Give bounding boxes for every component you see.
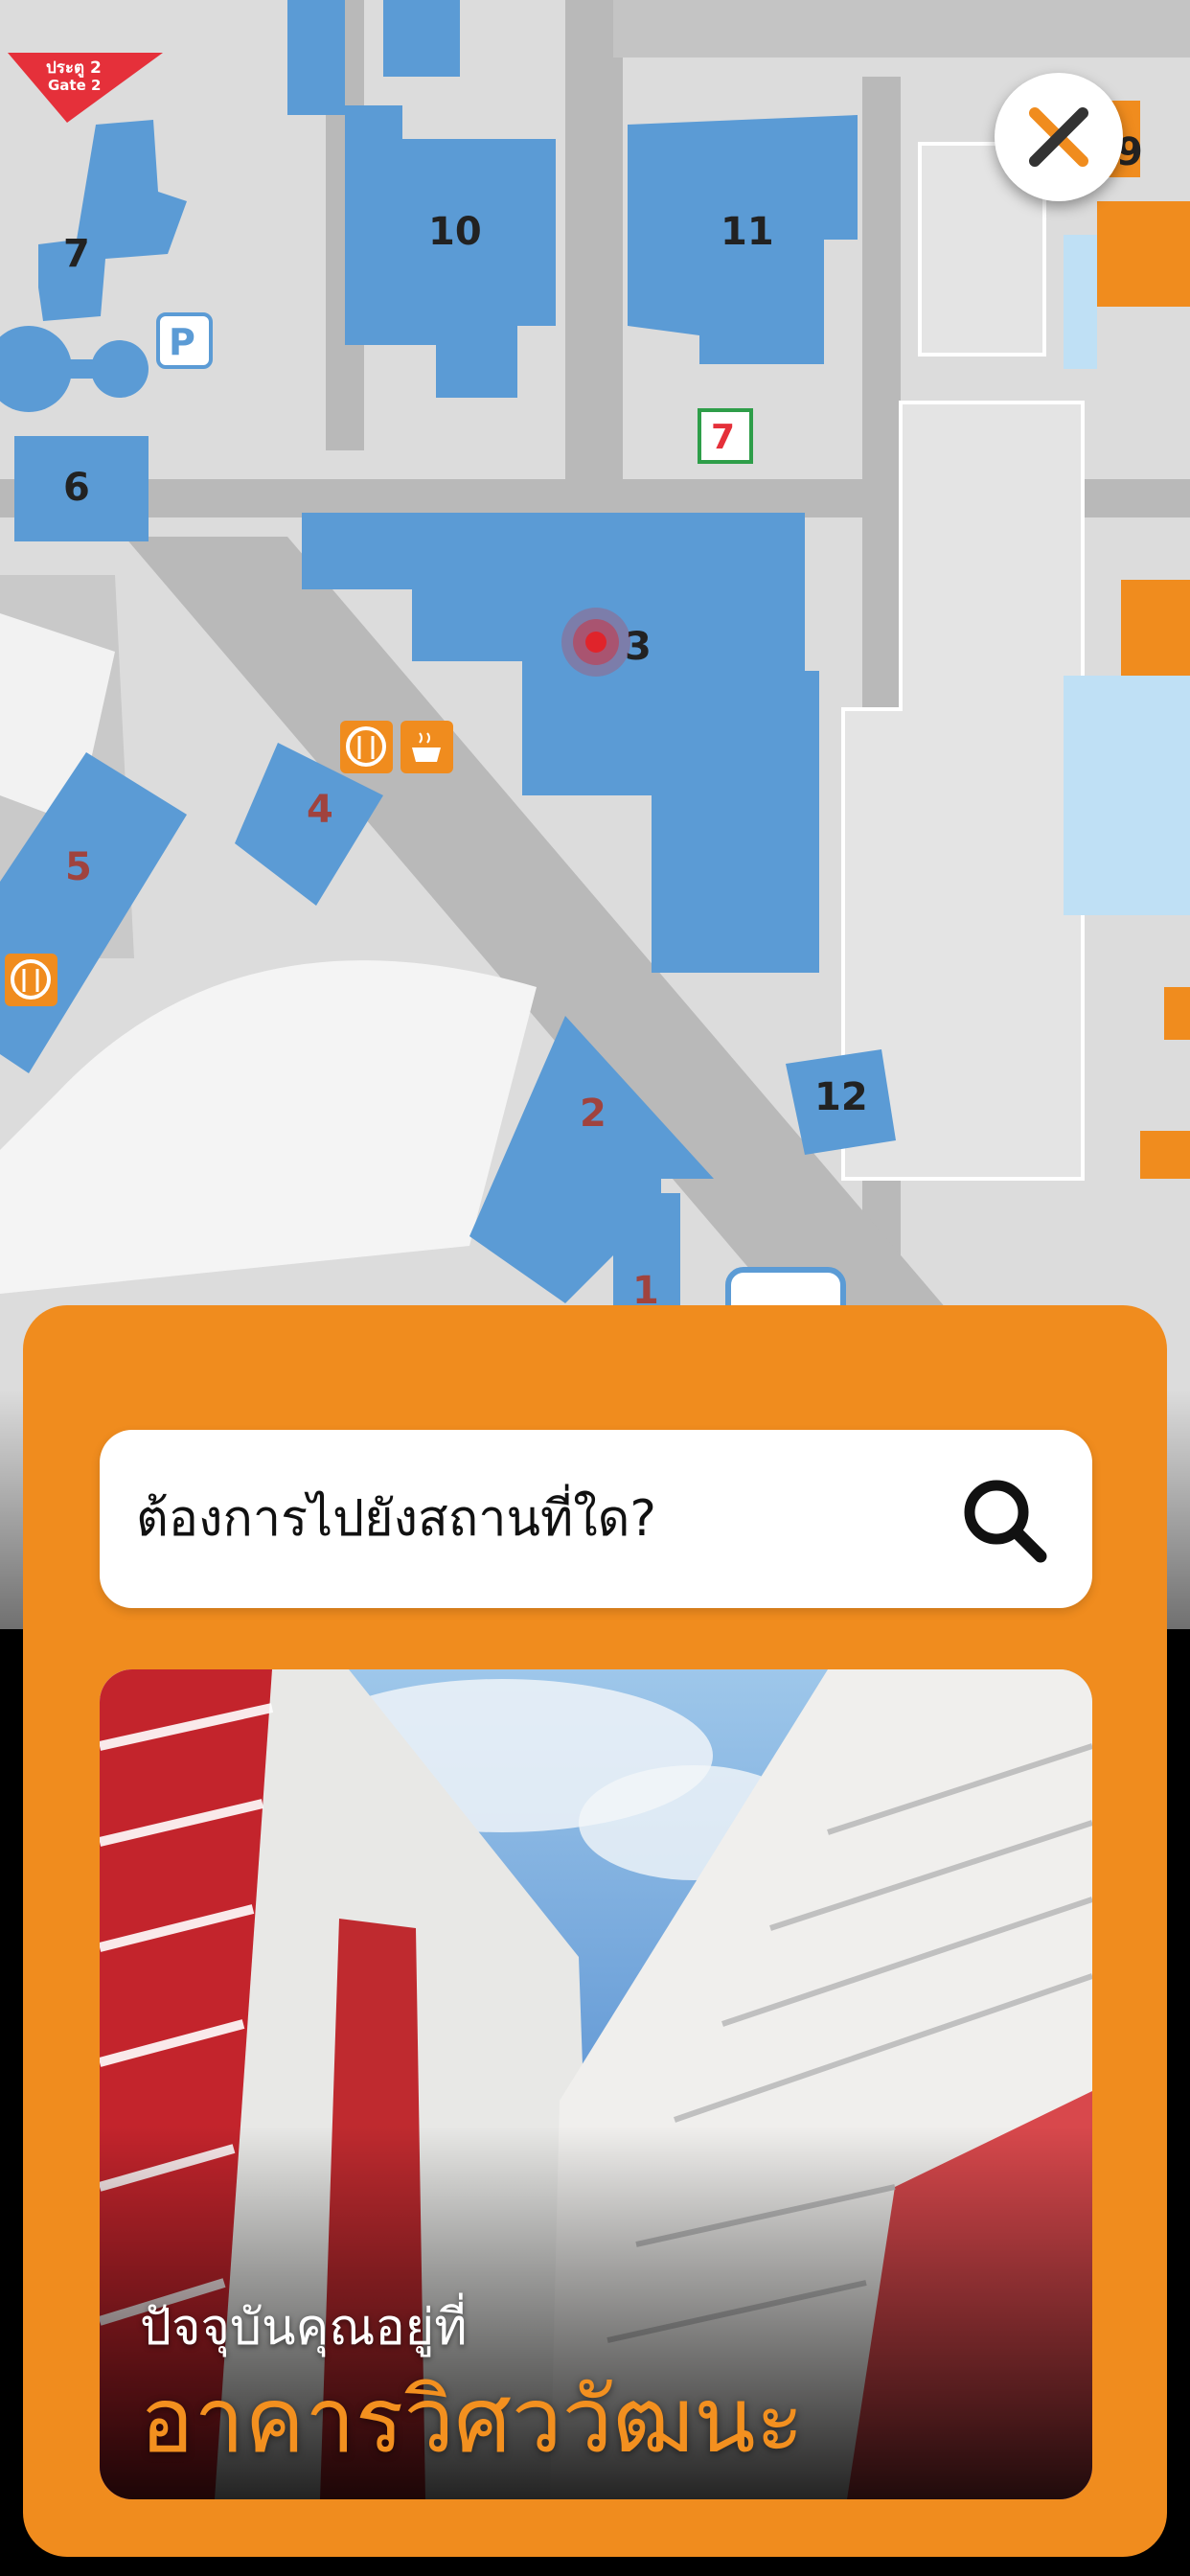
parking-icon: P xyxy=(156,312,213,369)
current-location-caption: ปัจจุบันคุณอยู่ที่ อาคารวิศววัฒนะ xyxy=(140,2287,804,2471)
svg-text:P: P xyxy=(169,321,195,363)
close-button[interactable] xyxy=(995,73,1123,201)
svg-text:Gate 2: Gate 2 xyxy=(48,77,101,94)
building-6-label: 6 xyxy=(63,466,90,510)
restaurant-icon xyxy=(340,721,393,773)
building-7-label: 7 xyxy=(63,232,90,276)
gate-label: ประตู 2 xyxy=(46,58,102,79)
current-location-marker xyxy=(561,608,630,677)
building-4-label: 4 xyxy=(307,788,333,832)
location-panel: ปัจจุบันคุณอยู่ที่ อาคารวิศววัฒนะ xyxy=(23,1305,1167,2557)
current-location-name: อาคารวิศววัฒนะ xyxy=(140,2368,805,2473)
convenience-store-icon: 7 xyxy=(698,408,753,464)
cafe-icon xyxy=(400,721,453,773)
close-icon xyxy=(1029,107,1088,167)
current-location-subtitle: ปัจจุบันคุณอยู่ที่ xyxy=(140,2298,468,2357)
building-2-label: 2 xyxy=(580,1092,606,1136)
restaurant-icon-2 xyxy=(5,954,57,1006)
building-photo: ปัจจุบันคุณอยู่ที่ อาคารวิศววัฒนะ xyxy=(100,1669,1092,2499)
search-input[interactable] xyxy=(134,1470,924,1568)
search-icon[interactable] xyxy=(958,1474,1050,1566)
building-12-label: 12 xyxy=(814,1075,868,1119)
building-11-label: 11 xyxy=(721,210,774,254)
svg-text:7: 7 xyxy=(711,418,735,457)
building-10-label: 10 xyxy=(428,210,482,254)
search-bar xyxy=(100,1430,1092,1608)
building-5-label: 5 xyxy=(65,845,92,889)
